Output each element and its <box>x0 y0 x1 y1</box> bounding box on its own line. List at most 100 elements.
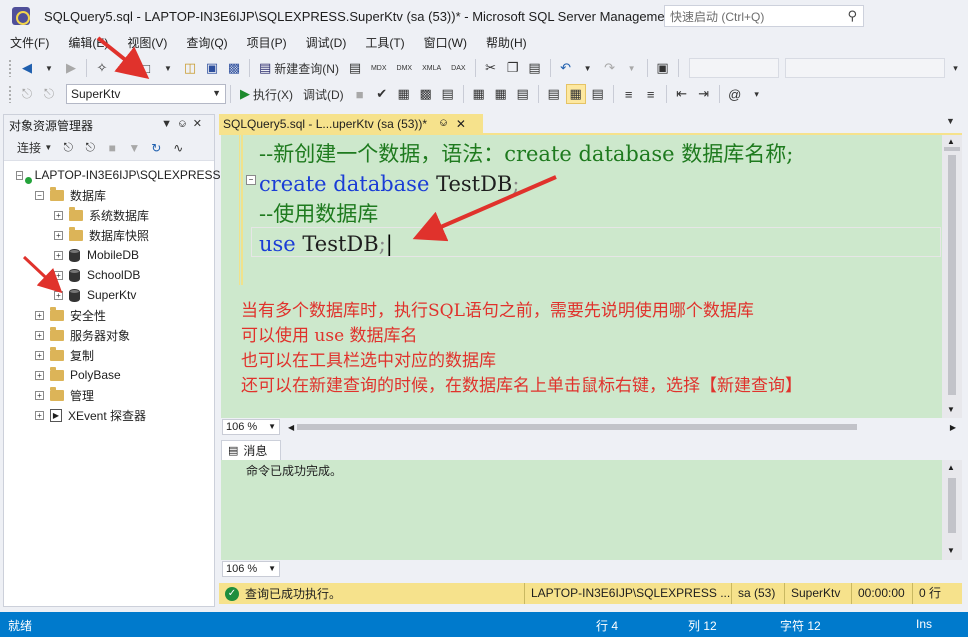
quick-launch-input[interactable]: 快速启动 (Ctrl+Q) ⚲ <box>664 5 864 27</box>
menu-view[interactable]: 视图(V) <box>117 34 176 51</box>
scroll-up-icon[interactable]: ▲ <box>947 463 955 472</box>
editor-vertical-scrollbar[interactable]: ▲ ▼ <box>942 135 962 418</box>
sql-editor[interactable]: − --新创建一个数据，语法：create database 数据库名称; cr… <box>221 135 942 418</box>
forward-icon[interactable]: ▶ <box>61 58 81 78</box>
expand-icon[interactable]: + <box>35 350 44 360</box>
collapse-icon[interactable]: − <box>35 190 44 200</box>
menu-debug[interactable]: 调试(D) <box>296 34 356 51</box>
solution-config-combo[interactable] <box>688 58 779 78</box>
tree-node-schooldb[interactable]: + SchoolDB <box>4 265 214 285</box>
dropdown-arrow-icon[interactable]: ▼ <box>39 58 59 78</box>
split-handle[interactable] <box>944 147 960 151</box>
stop-icon[interactable]: ■ <box>350 84 370 104</box>
query-designer-icon[interactable]: ▩ <box>416 84 436 104</box>
expand-icon[interactable]: + <box>35 410 44 420</box>
xmla-query-button[interactable]: XMLA <box>418 58 445 78</box>
screenshot-icon[interactable]: ▣ <box>653 58 673 78</box>
results-to-file-icon[interactable]: ▤ <box>588 84 608 104</box>
close-icon[interactable]: ✕ <box>456 117 466 131</box>
results-to-grid-icon[interactable]: ▦ <box>565 84 586 104</box>
chevron-down-icon[interactable]: ▼ <box>268 422 276 431</box>
collapse-icon[interactable]: − <box>16 170 23 180</box>
tree-node-polybase[interactable]: + PolyBase <box>4 365 214 385</box>
connect-button[interactable]: 连接 ▼ <box>13 138 56 158</box>
scroll-thumb[interactable] <box>948 155 956 395</box>
scroll-up-icon[interactable]: ▲ <box>947 137 955 146</box>
code-area[interactable]: --新创建一个数据，语法：create database 数据库名称; crea… <box>259 139 793 259</box>
save-icon[interactable]: ▣ <box>202 58 222 78</box>
decrease-indent-icon[interactable]: ⇤ <box>672 84 692 104</box>
display-plan-icon[interactable]: ▦ <box>394 84 414 104</box>
tree-node-replication[interactable]: + 复制 <box>4 345 214 365</box>
back-icon[interactable]: ◀ <box>17 58 37 78</box>
panel-controls[interactable]: ▼⎉✕ <box>161 117 208 131</box>
toolbar-overflow-icon[interactable]: ▾ <box>747 84 767 104</box>
disconnect-icon[interactable]: ⎋ <box>39 84 59 104</box>
increase-indent-icon[interactable]: ⇥ <box>694 84 714 104</box>
tree-node-mobiledb[interactable]: + MobileDB <box>4 245 214 265</box>
redo-icon[interactable]: ↷ <box>600 58 620 78</box>
menu-help[interactable]: 帮助(H) <box>476 34 536 51</box>
parse-check-icon[interactable]: ✔ <box>372 84 392 104</box>
tree-node-snapshots[interactable]: + 数据库快照 <box>4 225 214 245</box>
results-zoom-select[interactable]: 106 % ▼ <box>222 561 280 577</box>
available-databases-select[interactable]: SuperKtv ▼ <box>66 84 226 104</box>
tree-node-server[interactable]: − LAPTOP-IN3E6IJP\SQLEXPRESS <box>4 165 221 185</box>
tree-node-databases[interactable]: − 数据库 <box>4 185 214 205</box>
expand-icon[interactable]: + <box>35 390 44 400</box>
menu-edit[interactable]: 编辑(E) <box>58 34 117 51</box>
scroll-right-icon[interactable]: ▶ <box>950 423 956 432</box>
dax-query-button[interactable]: DAX <box>447 58 469 78</box>
menu-window[interactable]: 窗口(W) <box>414 34 476 51</box>
dropdown-arrow-icon[interactable]: ▼ <box>158 58 178 78</box>
expand-icon[interactable]: + <box>54 270 63 280</box>
expand-icon[interactable]: + <box>54 290 63 300</box>
disconnect-object-icon[interactable]: ⎋ <box>80 138 100 158</box>
copy-icon[interactable]: ❐ <box>503 58 523 78</box>
comment-icon[interactable]: ≡ <box>619 84 639 104</box>
menu-file[interactable]: 文件(F) <box>0 34 58 51</box>
filter-icon[interactable]: ▼ <box>124 138 144 158</box>
menu-tools[interactable]: 工具(T) <box>355 34 413 51</box>
results-vertical-scrollbar[interactable]: ▲ ▼ <box>942 460 962 560</box>
tree-node-system-databases[interactable]: + 系统数据库 <box>4 205 214 225</box>
scroll-thumb[interactable] <box>948 478 956 533</box>
dropdown-arrow-icon[interactable]: ▼ <box>622 58 642 78</box>
tab-sqlquery5[interactable]: SQLQuery5.sql - L...uperKtv (sa (53))* ⎉… <box>219 114 483 133</box>
outline-collapse-icon[interactable]: − <box>246 175 256 185</box>
pin-icon[interactable]: ⎉ <box>439 117 448 130</box>
toolbar-grip[interactable] <box>8 59 12 77</box>
expand-icon[interactable]: + <box>54 250 63 260</box>
new-query-button[interactable]: ▤ 新建查询(N) <box>255 58 343 78</box>
scroll-down-icon[interactable]: ▼ <box>947 405 955 414</box>
refresh-icon[interactable]: ↻ <box>146 138 166 158</box>
paste-icon[interactable]: ▤ <box>525 58 545 78</box>
save-all-icon[interactable]: ▩ <box>224 58 244 78</box>
expand-icon[interactable]: + <box>54 210 63 220</box>
undo-icon[interactable]: ↶ <box>556 58 576 78</box>
tree-node-security[interactable]: + 安全性 <box>4 305 214 325</box>
execute-button[interactable]: ▶ 执行(X) <box>236 84 297 104</box>
editor-zoom-select[interactable]: 106 % ▼ <box>222 419 280 435</box>
toolbar-overflow-icon[interactable]: ▾ <box>946 58 966 78</box>
dropdown-arrow-icon[interactable]: ▼ <box>114 58 134 78</box>
expand-icon[interactable]: + <box>54 230 63 240</box>
client-stats-icon[interactable]: ▤ <box>513 84 533 104</box>
specify-values-icon[interactable]: @ <box>725 84 745 104</box>
horizontal-scroll-thumb[interactable] <box>297 424 857 430</box>
search-icon[interactable]: ⚲ <box>847 8 857 24</box>
chevron-down-icon[interactable]: ▼ <box>212 88 221 98</box>
add-item-icon[interactable]: □ <box>136 58 156 78</box>
open-file-icon[interactable]: ◫ <box>180 58 200 78</box>
tab-messages[interactable]: ▤ 消息 <box>221 440 281 460</box>
new-project-icon[interactable]: ✧ <box>92 58 112 78</box>
query-icon[interactable]: ▤ <box>345 58 365 78</box>
results-to-text-icon[interactable]: ▤ <box>544 84 564 104</box>
expand-icon[interactable]: + <box>35 310 44 320</box>
live-stats-icon[interactable]: ▦ <box>491 84 511 104</box>
connect-icon[interactable]: ⎋ <box>17 84 37 104</box>
tree-node-superktv[interactable]: + SuperKtv <box>4 285 214 305</box>
dmx-query-button[interactable]: DMX <box>393 58 417 78</box>
menu-project[interactable]: 项目(P) <box>237 34 296 51</box>
expand-icon[interactable]: + <box>35 330 44 340</box>
